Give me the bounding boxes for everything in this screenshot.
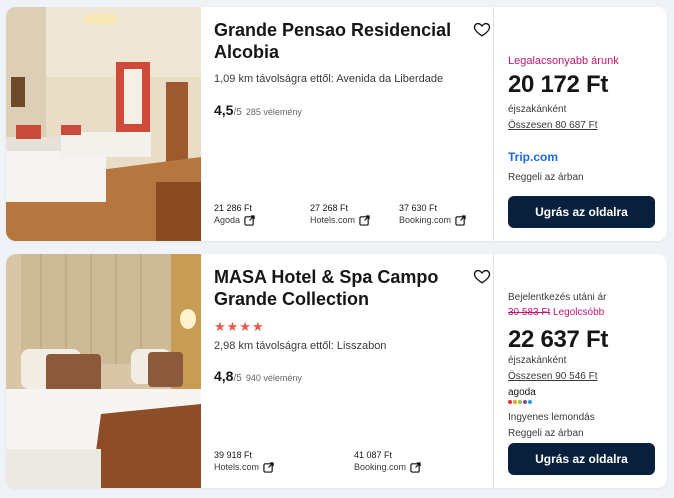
total-price-link[interactable]: Összesen 90 546 Ft <box>508 371 598 382</box>
lowest-price-label: Legalacsonyabb árunk <box>508 55 619 67</box>
rating-score: 4,8 <box>214 368 234 384</box>
provider-logo: agoda <box>508 387 536 398</box>
go-to-site-button[interactable]: Ugrás az oldalra <box>508 196 655 228</box>
total-price-link[interactable]: Összesen 80 687 Ft <box>508 120 598 131</box>
hotel-name[interactable]: MASA Hotel & Spa Campo Grande Collection <box>214 266 454 310</box>
hotel-info: MASA Hotel & Spa Campo Grande Collection… <box>214 254 498 488</box>
hotel-rating: 4,5/5 285 vélemény <box>214 102 302 118</box>
offer-hotels-com[interactable]: 27 268 Ft Hotels.com <box>310 202 370 227</box>
external-link-icon <box>455 215 466 226</box>
hotel-photo[interactable] <box>6 7 201 241</box>
nightly-price: 22 637 Ft <box>508 326 609 353</box>
divider <box>493 7 494 241</box>
heart-icon[interactable] <box>473 20 491 38</box>
rating-score: 4,5 <box>214 102 234 118</box>
review-count: 940 vélemény <box>245 373 302 383</box>
review-count: 285 vélemény <box>245 107 302 117</box>
hotel-distance: 2,98 km távolságra ettől: Lisszabon <box>214 340 387 352</box>
go-to-site-button[interactable]: Ugrás az oldalra <box>508 443 655 475</box>
price-panel: Bejelentkezés utáni ár 30 583 Ft Legolcs… <box>508 254 658 488</box>
provider-logo: Trip.com <box>508 150 559 164</box>
offer-agoda[interactable]: 21 286 Ft Agoda <box>214 202 255 227</box>
external-link-icon <box>410 462 421 473</box>
offer-price: 27 268 Ft <box>310 203 349 213</box>
external-link-icon <box>263 462 274 473</box>
offer-price: 39 918 Ft <box>214 450 253 460</box>
price-panel: Legalacsonyabb árunk 20 172 Ft éjszakánk… <box>508 7 658 241</box>
external-link-icon <box>359 215 370 226</box>
hotel-rating: 4,8/5 940 vélemény <box>214 368 302 384</box>
heart-icon[interactable] <box>473 267 491 285</box>
breakfast-included: Reggeli az árban <box>508 428 584 439</box>
old-price-row: 30 583 Ft Legolcsóbb <box>508 307 604 318</box>
breakfast-included: Reggeli az árban <box>508 172 584 183</box>
rating-outof: /5 <box>233 373 242 384</box>
offer-price: 21 286 Ft <box>214 203 253 213</box>
offer-booking-com[interactable]: 41 087 Ft Booking.com <box>354 449 421 474</box>
per-night-label: éjszakánként <box>508 104 567 115</box>
checkin-price-label: Bejelentkezés utáni ár <box>508 292 607 303</box>
hotel-distance: 1,09 km távolságra ettől: Avenida da Lib… <box>214 73 444 85</box>
offer-provider: Hotels.com <box>310 215 356 225</box>
divider <box>493 254 494 488</box>
offer-booking-com[interactable]: 37 630 Ft Booking.com <box>399 202 466 227</box>
offer-hotels-com[interactable]: 39 918 Ft Hotels.com <box>214 449 274 474</box>
external-link-icon <box>244 215 255 226</box>
free-cancellation: Ingyenes lemondás <box>508 412 595 423</box>
nightly-price: 20 172 Ft <box>508 71 609 98</box>
hotel-name[interactable]: Grande Pensao Residencial Alcobia <box>214 19 454 63</box>
hotel-card[interactable]: MASA Hotel & Spa Campo Grande Collection… <box>6 254 667 488</box>
hotel-card[interactable]: Grande Pensao Residencial Alcobia 1,09 k… <box>6 7 667 241</box>
per-night-label: éjszakánként <box>508 355 567 366</box>
offer-provider: Hotels.com <box>214 462 260 472</box>
hotel-photo[interactable] <box>6 254 201 488</box>
hotel-info: Grande Pensao Residencial Alcobia 1,09 k… <box>214 7 498 241</box>
offer-provider: Booking.com <box>399 215 452 225</box>
offer-price: 41 087 Ft <box>354 450 393 460</box>
old-price: 30 583 Ft <box>508 307 551 318</box>
star-rating: ★★★★ <box>214 319 265 334</box>
cheapest-label: Legolcsóbb <box>550 307 605 318</box>
agoda-logo-dots <box>508 400 532 404</box>
offer-price: 37 630 Ft <box>399 203 438 213</box>
rating-outof: /5 <box>233 107 242 118</box>
offer-provider: Agoda <box>214 215 241 225</box>
offer-provider: Booking.com <box>354 462 407 472</box>
